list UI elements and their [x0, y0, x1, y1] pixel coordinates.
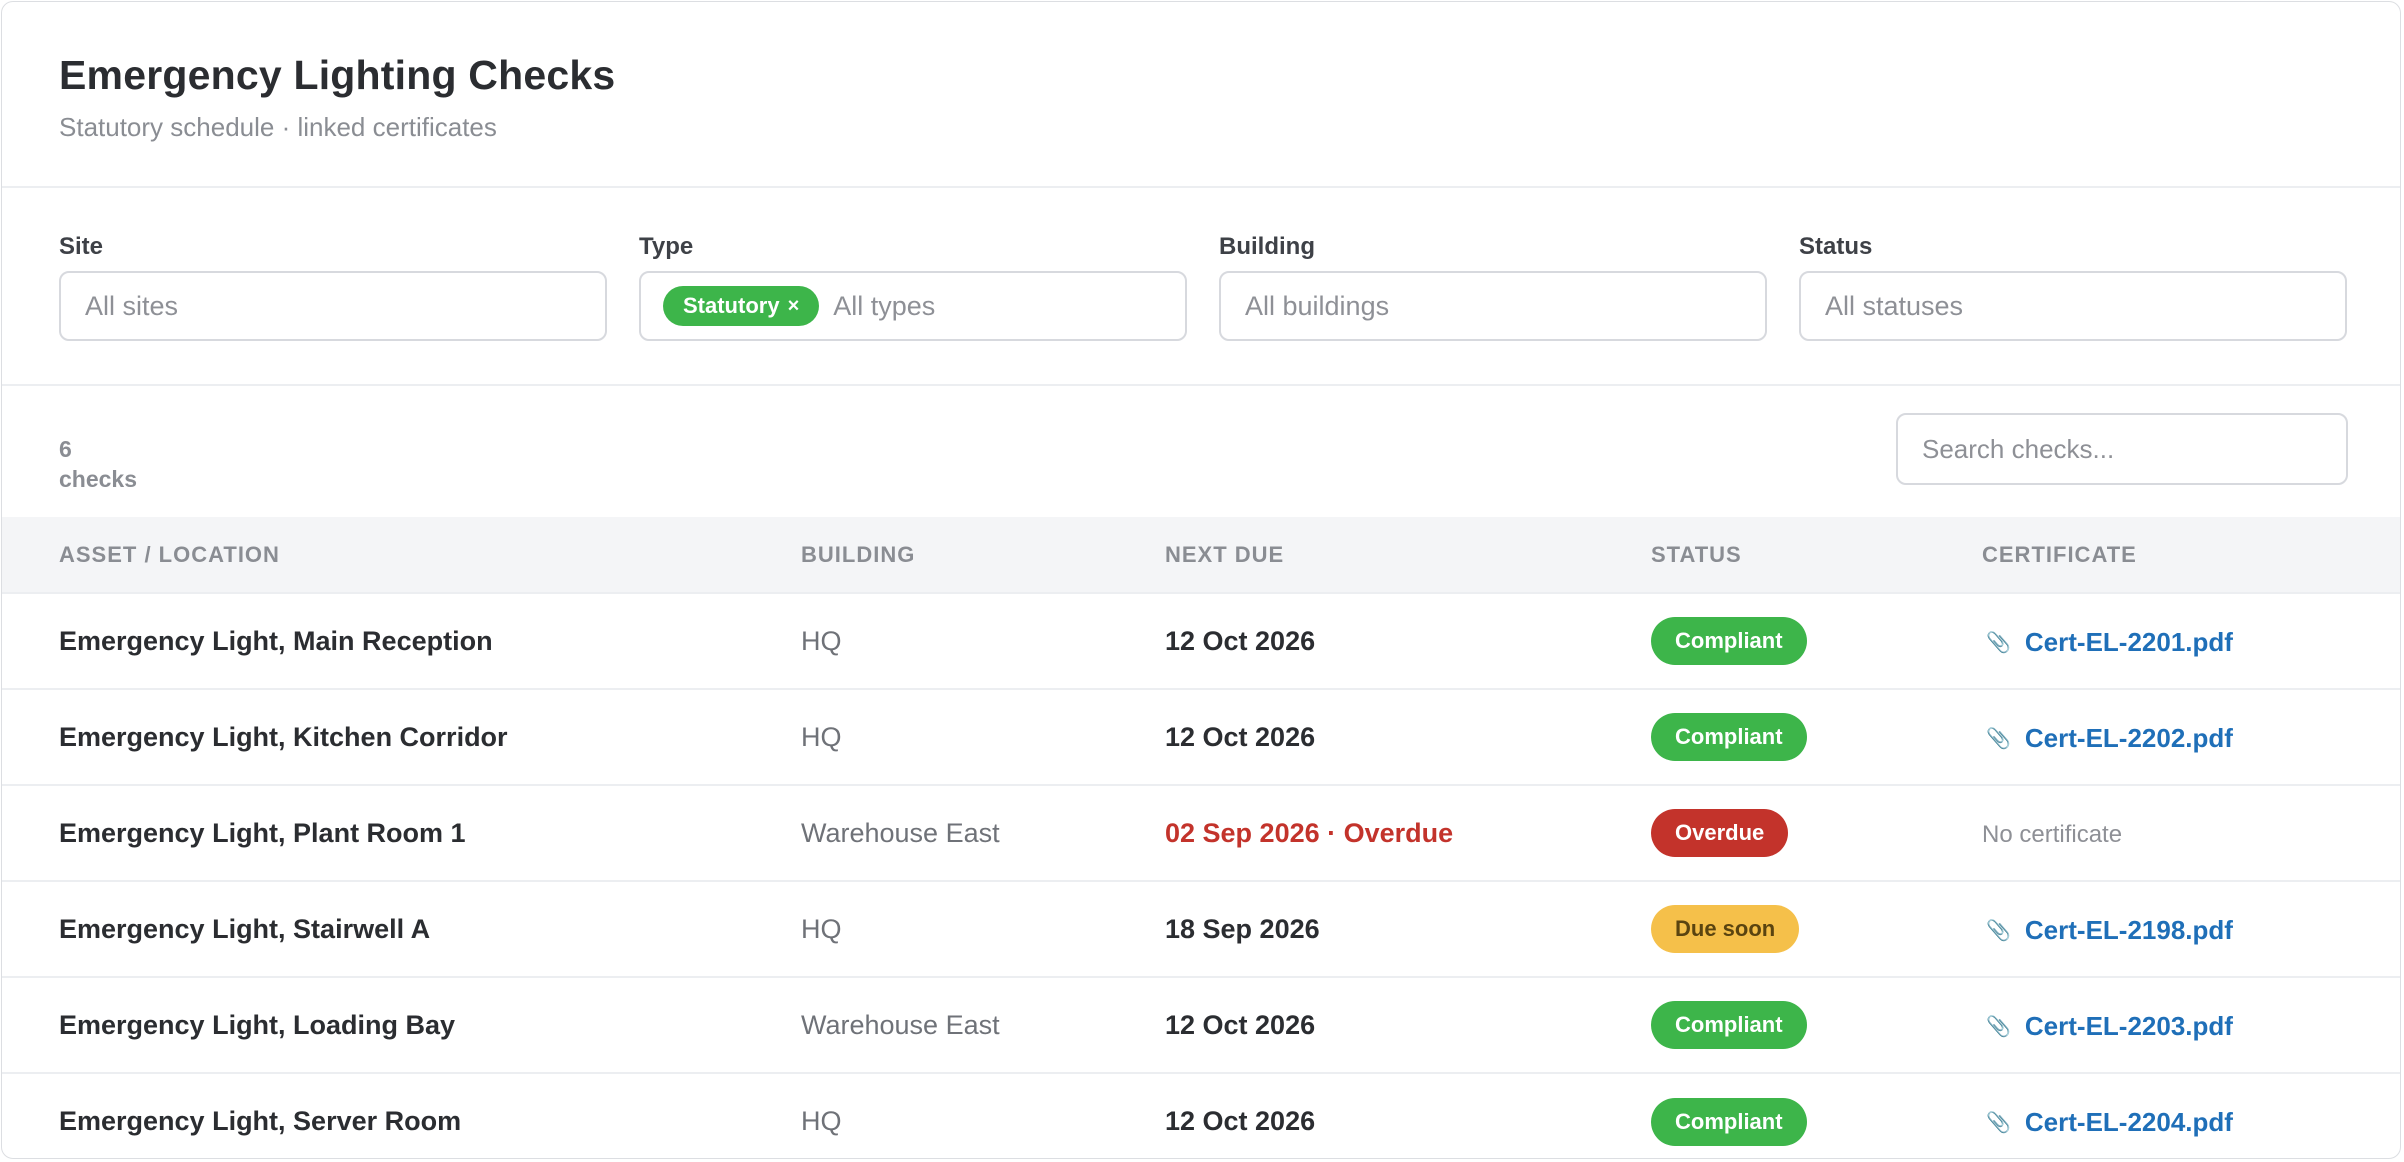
filter-status: Status All statuses: [1799, 232, 2347, 341]
status-select[interactable]: All statuses: [1799, 271, 2347, 341]
page-header: Emergency Lighting Checks Statutory sche…: [2, 2, 2400, 188]
page-subtitle: Statutory schedule · linked certificates: [59, 112, 497, 142]
table-toolbar: 6 checks Search checks...: [2, 386, 2400, 517]
search-input[interactable]: Search checks...: [1896, 413, 2348, 485]
statutory-chip: Statutory ×: [663, 286, 820, 326]
count-value: 6: [59, 436, 72, 462]
paperclip-icon: 📎: [1986, 631, 2011, 654]
column-header-status[interactable]: STATUS: [1651, 517, 1982, 593]
table-row[interactable]: Emergency Light, Stairwell A HQ 18 Sep 202…: [2, 881, 2400, 977]
building-select[interactable]: All buildings: [1219, 271, 1767, 341]
paperclip-icon: 📎: [1986, 919, 2011, 942]
certificate-link[interactable]: 📎 Cert-EL-2198.pdf: [1982, 915, 2233, 946]
site-placeholder: All sites: [85, 290, 179, 321]
certificate-link[interactable]: 📎 Cert-EL-2203.pdf: [1982, 1011, 2233, 1042]
page-title: Emergency Lighting Checks: [59, 52, 616, 98]
column-header-certificate[interactable]: CERTIFICATE: [1982, 517, 2400, 593]
building-placeholder: All buildings: [1245, 290, 1390, 321]
paperclip-icon: 📎: [1986, 1015, 2011, 1038]
building-name: Warehouse East: [801, 817, 1000, 848]
column-header-building[interactable]: BUILDING: [801, 517, 1165, 593]
certificate-link[interactable]: 📎 Cert-EL-2204.pdf: [1982, 1107, 2233, 1138]
checks-card: Emergency Lighting Checks Statutory sche…: [1, 1, 2401, 1159]
next-due-date: 18 Sep 2026: [1165, 913, 1320, 944]
certificate-name: Cert-EL-2203.pdf: [2024, 1010, 2233, 1041]
building-name: HQ: [801, 913, 842, 944]
asset-location: Emergency Light, Main Reception: [59, 625, 493, 656]
status-badge: Overdue: [1651, 809, 1789, 857]
certificate-name: Cert-EL-2201.pdf: [2024, 626, 2233, 657]
filter-site: Site All sites: [59, 232, 607, 341]
next-due-date: 12 Oct 2026: [1165, 721, 1316, 752]
asset-location: Emergency Light, Kitchen Corridor: [59, 721, 508, 752]
chip-label: Statutory: [683, 293, 780, 318]
paperclip-icon: 📎: [1986, 727, 2011, 750]
check-count: 6 checks: [59, 434, 179, 494]
status-badge: Compliant: [1651, 1001, 1807, 1049]
asset-location: Emergency Light, Loading Bay: [59, 1009, 456, 1040]
filter-label: Type: [639, 233, 694, 260]
table-row[interactable]: Emergency Light, Main Reception HQ 12 Oct …: [2, 593, 2400, 689]
status-badge: Compliant: [1651, 617, 1807, 665]
filter-label: Site: [59, 233, 104, 260]
count-label: checks: [59, 466, 138, 492]
table-row[interactable]: Emergency Light, Server Room HQ 12 Oct 202…: [2, 1073, 2400, 1158]
filter-bar: Site All sites Type Statutory × All type…: [2, 188, 2400, 386]
table-row[interactable]: Emergency Light, Kitchen Corridor HQ 12 Oc…: [2, 689, 2400, 785]
filter-type: Type Statutory × All types: [639, 232, 1187, 341]
certificate-name: Cert-EL-2198.pdf: [2024, 914, 2233, 945]
building-name: HQ: [801, 721, 842, 752]
type-placeholder: All types: [833, 290, 936, 321]
chip-remove-icon[interactable]: ×: [788, 295, 800, 318]
next-due-date: 12 Oct 2026: [1165, 625, 1316, 656]
status-badge: Compliant: [1651, 713, 1807, 761]
type-select[interactable]: Statutory × All types: [639, 271, 1187, 341]
status-placeholder: All statuses: [1825, 290, 1964, 321]
building-name: Warehouse East: [801, 1009, 1000, 1040]
filter-label: Status: [1799, 233, 1873, 260]
asset-location: Emergency Light, Stairwell A: [59, 913, 431, 944]
next-due-date: 12 Oct 2026: [1165, 1009, 1316, 1040]
certificate-name: Cert-EL-2202.pdf: [2024, 722, 2233, 753]
checks-table: ASSET / LOCATION BUILDING NEXT DUE STATU…: [2, 517, 2400, 1158]
status-badge: Due soon: [1651, 905, 1800, 953]
next-due-date: 12 Oct 2026: [1165, 1106, 1316, 1136]
asset-location: Emergency Light, Server Room: [59, 1106, 462, 1136]
filter-building: Building All buildings: [1219, 232, 1767, 341]
building-name: HQ: [801, 1106, 842, 1136]
column-header-next-due[interactable]: NEXT DUE: [1165, 517, 1651, 593]
table-header-row: ASSET / LOCATION BUILDING NEXT DUE STATU…: [2, 517, 2400, 593]
site-select[interactable]: All sites: [59, 271, 607, 341]
certificate-name: Cert-EL-2204.pdf: [2024, 1107, 2233, 1137]
column-header-asset[interactable]: ASSET / LOCATION: [2, 517, 801, 593]
filter-label: Building: [1219, 233, 1315, 260]
table-row[interactable]: Emergency Light, Plant Room 1 Warehouse E…: [2, 785, 2400, 881]
certificate-link[interactable]: 📎 Cert-EL-2202.pdf: [1982, 723, 2233, 754]
building-name: HQ: [801, 625, 842, 656]
status-badge: Compliant: [1651, 1097, 1807, 1146]
certificate-link[interactable]: 📎 Cert-EL-2201.pdf: [1982, 627, 2233, 658]
paperclip-icon: 📎: [1986, 1112, 2011, 1134]
table-row[interactable]: Emergency Light, Loading Bay Warehouse Ea…: [2, 977, 2400, 1073]
next-due-date: 02 Sep 2026 · Overdue: [1165, 817, 1454, 848]
no-certificate-text: No certificate: [1982, 820, 2123, 848]
asset-location: Emergency Light, Plant Room 1: [59, 817, 466, 848]
